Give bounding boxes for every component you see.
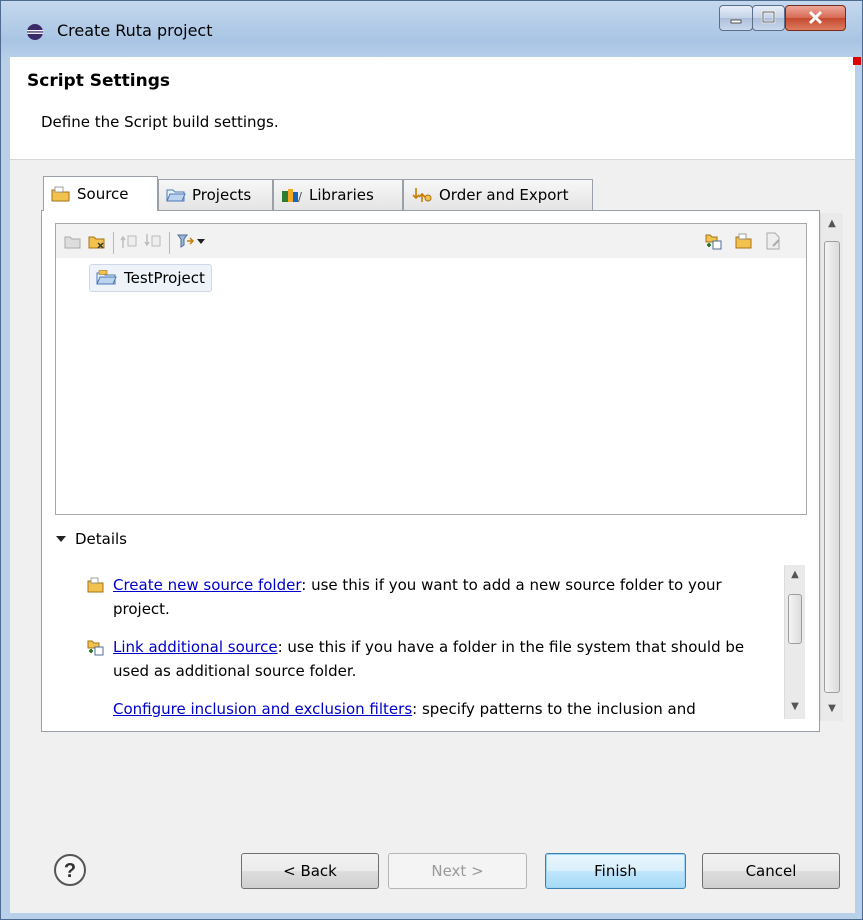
panel-scrollbar[interactable]: ▲ ▼ — [820, 213, 843, 721]
tab-source[interactable]: Source — [43, 176, 158, 211]
tree-item-label: TestProject — [124, 269, 205, 287]
wizard-header: Script Settings Define the Script build … — [10, 57, 861, 160]
new-source-folder-icon — [87, 577, 104, 593]
toolbar-separator — [113, 232, 114, 254]
scroll-thumb[interactable] — [824, 241, 840, 693]
maximize-icon — [761, 10, 776, 24]
move-down-disabled-icon[interactable] — [144, 232, 162, 250]
finish-button[interactable]: Finish — [545, 853, 686, 889]
order-export-icon — [412, 188, 432, 202]
toolbar-separator — [169, 232, 170, 254]
expanded-triangle-icon — [56, 536, 66, 542]
tab-projects-label: Projects — [192, 186, 252, 204]
edit-source-disabled-icon[interactable] — [764, 232, 782, 250]
tab-projects[interactable]: Projects — [158, 179, 273, 210]
projects-folder-icon — [166, 189, 186, 202]
detail-filters: Configure inclusion and exclusion filter… — [113, 697, 773, 721]
details-heading: Details — [75, 530, 128, 548]
source-tab-panel: TestProject Details Create new source fo… — [41, 210, 820, 732]
dialog-window: Create Ruta project Script Settings Defi… — [0, 0, 863, 920]
scroll-down-arrow-icon[interactable]: ▼ — [821, 703, 843, 714]
svg-text:?: ? — [64, 860, 76, 882]
scroll-up-arrow-icon[interactable]: ▲ — [821, 218, 843, 229]
link-additional-source-link[interactable]: Link additional source — [113, 638, 278, 656]
details-toggle[interactable]: Details — [56, 530, 127, 548]
detail-text: : specify patterns to the inclusion and — [412, 700, 696, 718]
details-scrollbar[interactable]: ▲ ▼ — [784, 565, 805, 719]
tree-item-project[interactable]: TestProject — [89, 264, 212, 292]
link-source-icon — [87, 640, 104, 656]
window-title: Create Ruta project — [57, 21, 213, 40]
detail-create-source: Create new source folder: use this if yo… — [87, 573, 773, 621]
next-button[interactable]: Next > — [388, 853, 527, 889]
minimize-button[interactable] — [719, 5, 753, 31]
minimize-icon — [730, 19, 742, 24]
detail-link-source: Link additional source: use this if you … — [87, 635, 773, 683]
remove-folder-icon[interactable] — [88, 232, 106, 250]
cancel-button[interactable]: Cancel — [702, 853, 840, 889]
page-description: Define the Script build settings. — [41, 113, 279, 131]
libraries-icon — [282, 189, 302, 202]
maximize-button[interactable] — [752, 5, 785, 31]
page-title: Script Settings — [27, 71, 170, 91]
filter-config-icon[interactable] — [176, 232, 194, 250]
close-button[interactable] — [785, 5, 846, 31]
scroll-down-arrow-icon[interactable]: ▼ — [785, 701, 805, 712]
project-folder-icon — [96, 270, 117, 285]
source-folder-icon — [51, 186, 70, 202]
source-tree[interactable]: TestProject — [55, 223, 807, 515]
scroll-up-arrow-icon[interactable]: ▲ — [785, 569, 805, 580]
tab-source-label: Source — [77, 185, 129, 203]
link-source-icon[interactable] — [705, 232, 723, 250]
move-up-disabled-icon[interactable] — [120, 232, 138, 250]
dialog-client-area: Script Settings Define the Script build … — [10, 57, 861, 913]
tab-libraries-label: Libraries — [309, 186, 374, 204]
close-icon — [808, 10, 823, 25]
tree-toolbar — [56, 224, 806, 258]
create-source-folder-link[interactable]: Create new source folder — [113, 576, 301, 594]
eclipse-icon — [27, 24, 43, 40]
title-bar[interactable]: Create Ruta project — [1, 1, 862, 57]
help-icon[interactable]: ? — [53, 853, 87, 887]
error-marker — [853, 57, 861, 65]
new-source-folder-icon[interactable] — [735, 232, 753, 250]
add-folder-disabled-icon[interactable] — [64, 232, 82, 250]
tab-libraries[interactable]: Libraries — [273, 179, 403, 210]
configure-filters-link[interactable]: Configure inclusion and exclusion filter… — [113, 700, 412, 718]
back-button[interactable]: < Back — [241, 853, 379, 889]
scroll-thumb[interactable] — [788, 594, 802, 644]
tab-order-and-export[interactable]: Order and Export — [403, 179, 593, 210]
tab-order-label: Order and Export — [439, 186, 569, 204]
dropdown-arrow-icon[interactable] — [196, 236, 206, 246]
